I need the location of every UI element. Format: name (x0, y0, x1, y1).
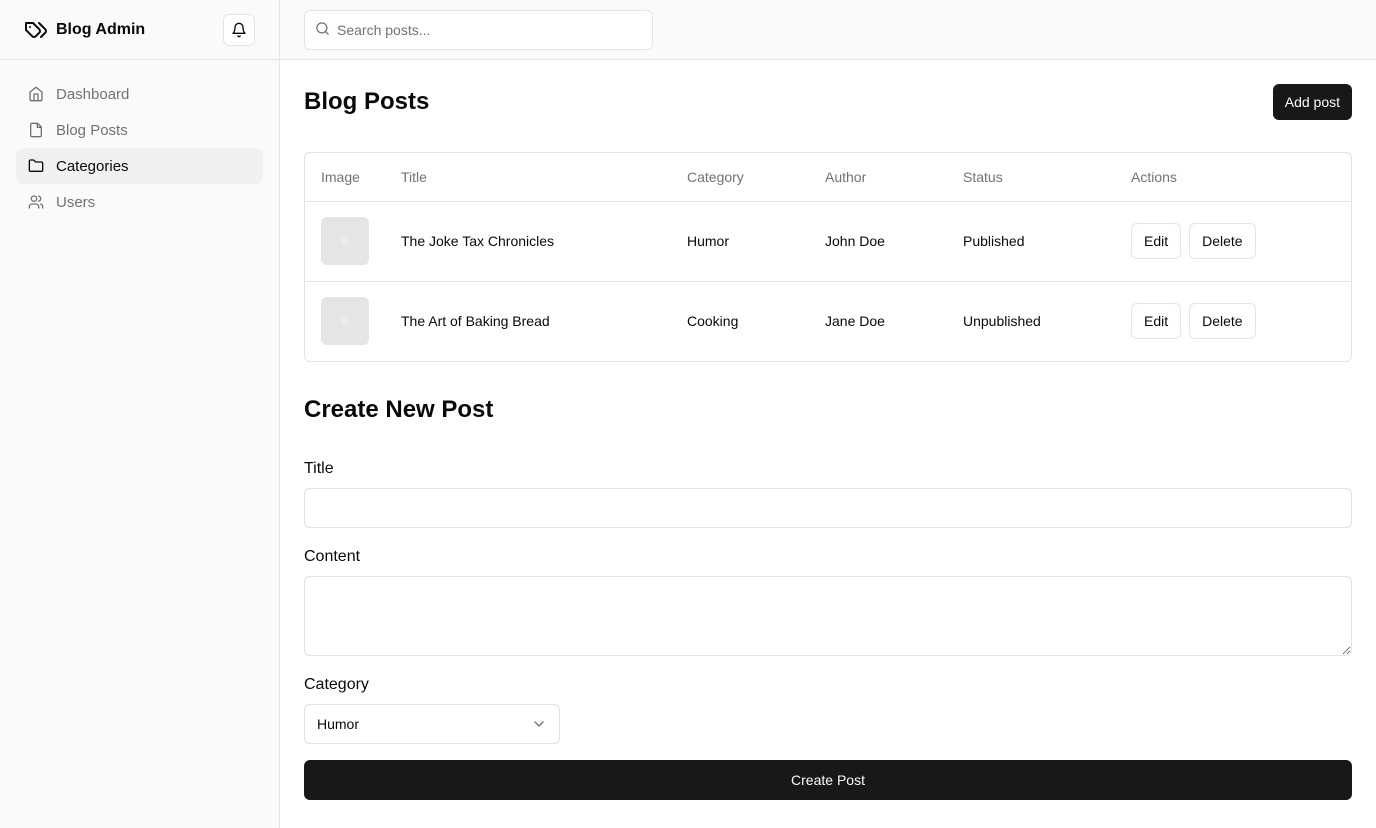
sidebar-item-users[interactable]: Users (16, 184, 263, 220)
main: Blog Posts Add post Image Title Category… (280, 0, 1376, 828)
sidebar-item-blog-posts[interactable]: Blog Posts (16, 112, 263, 148)
post-status-cell: Unpublished (963, 313, 1041, 330)
post-thumbnail (321, 217, 369, 265)
category-select-value: Humor (317, 716, 360, 732)
column-header-image: Image (305, 153, 385, 202)
folder-icon (28, 158, 44, 174)
content: Blog Posts Add post Image Title Category… (280, 60, 1376, 800)
search-input[interactable] (304, 9, 653, 50)
home-icon (28, 86, 44, 102)
file-icon (28, 122, 44, 138)
page-title: Blog Posts (304, 88, 430, 115)
table-row: The Joke Tax Chronicles Humor John Doe P… (305, 201, 1351, 282)
bell-icon (231, 22, 247, 38)
post-category-cell: Humor (671, 201, 809, 282)
post-status-cell: Published (947, 201, 1115, 282)
sidebar-nav: Dashboard Blog Posts Categories Users (0, 60, 279, 236)
delete-button[interactable]: Delete (1189, 303, 1256, 340)
form-title: Create New Post (304, 396, 494, 423)
edit-button[interactable]: Edit (1131, 223, 1182, 259)
image-placeholder-icon (341, 317, 349, 326)
title-label: Title (304, 460, 334, 477)
column-header-category: Category (671, 153, 809, 202)
edit-button[interactable]: Edit (1131, 303, 1182, 340)
post-title-cell: The Joke Tax Chronicles (385, 201, 671, 282)
title-field[interactable] (304, 488, 1352, 528)
posts-header: Blog Posts Add post (304, 84, 1352, 120)
brand[interactable]: Blog Admin (24, 18, 145, 42)
actions-cell: Edit Delete (1115, 281, 1351, 361)
column-header-actions: Actions (1115, 153, 1351, 202)
post-title-cell: The Art of Baking Bread (401, 313, 550, 330)
create-post-button[interactable]: Create Post (304, 760, 1352, 800)
image-cell (305, 201, 385, 282)
sidebar-header: Blog Admin (0, 0, 279, 60)
actions-cell: Edit Delete (1115, 201, 1351, 282)
chevron-down-icon (531, 716, 547, 732)
users-icon (28, 194, 44, 210)
posts-table: Image Title Category Author Status Actio… (304, 152, 1352, 362)
post-author-cell: John Doe (809, 201, 947, 282)
content-label: Content (304, 548, 361, 565)
sidebar-item-categories[interactable]: Categories (16, 148, 263, 184)
table-row: The Art of Baking Bread Cooking Jane Doe… (305, 281, 1351, 361)
category-select[interactable]: Humor (304, 704, 560, 744)
app-title: Blog Admin (56, 20, 146, 38)
category-label: Category (304, 676, 369, 693)
image-placeholder-icon (341, 237, 349, 245)
sidebar-item-label: Dashboard (56, 85, 130, 103)
sidebar-item-dashboard[interactable]: Dashboard (16, 76, 263, 112)
content-field[interactable] (304, 576, 1352, 656)
sidebar-item-label: Categories (56, 157, 129, 175)
notifications-button[interactable] (223, 14, 255, 46)
search-box (304, 9, 653, 50)
sidebar-item-label: Blog Posts (56, 121, 128, 139)
tags-icon (24, 18, 48, 42)
post-thumbnail (321, 297, 369, 346)
sidebar: Blog Admin Dashboard Blog Posts Categori… (0, 0, 280, 828)
post-author-cell: Jane Doe (825, 313, 885, 330)
add-post-button[interactable]: Add post (1272, 84, 1352, 120)
app-root: Blog Admin Dashboard Blog Posts Categori… (0, 0, 1376, 828)
table-header-row: Image Title Category Author Status Actio… (305, 153, 1351, 202)
column-header-title: Title (385, 153, 671, 202)
column-header-author: Author (809, 153, 947, 202)
post-category-cell: Cooking (687, 313, 739, 330)
topbar (280, 0, 1376, 60)
sidebar-item-label: Users (56, 193, 96, 211)
delete-button[interactable]: Delete (1189, 223, 1256, 259)
column-header-status: Status (947, 153, 1115, 202)
image-cell (305, 281, 385, 361)
search-icon (315, 21, 330, 36)
